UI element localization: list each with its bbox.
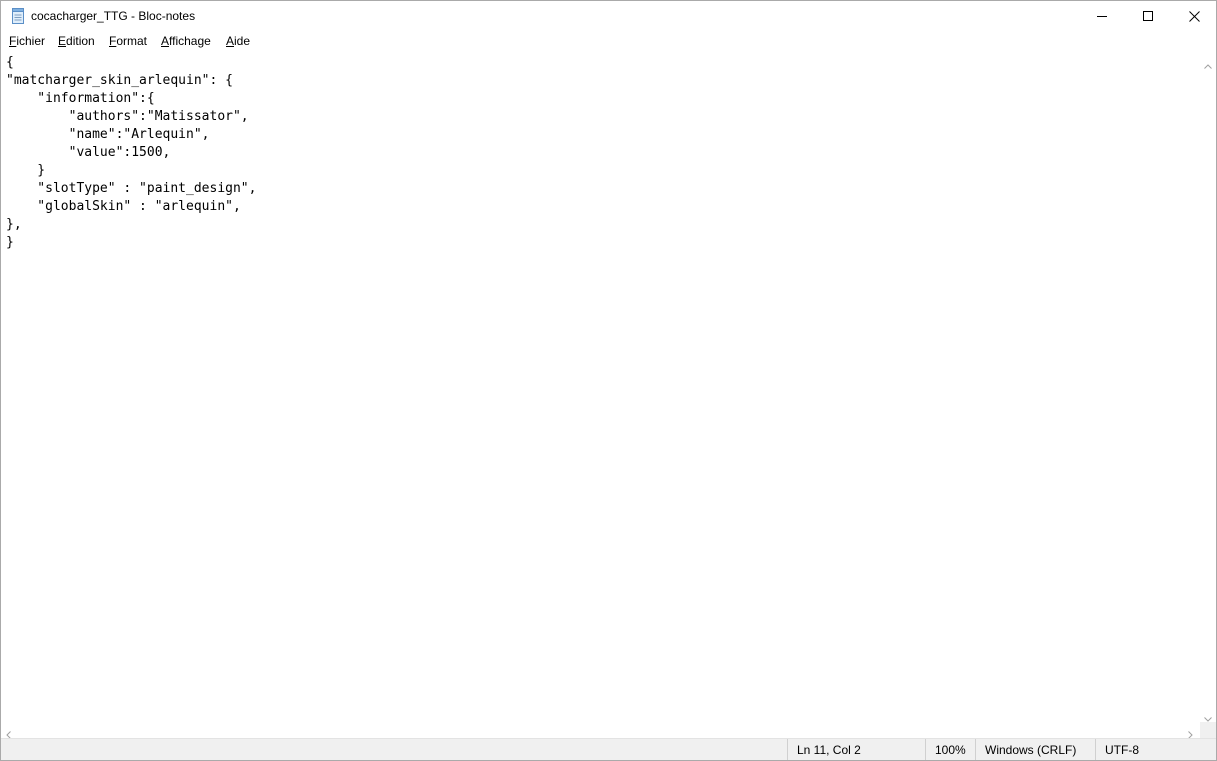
minimize-icon <box>1097 11 1107 21</box>
maximize-button[interactable] <box>1125 1 1171 31</box>
status-cursor-position: Ln 11, Col 2 <box>787 739 925 760</box>
close-icon <box>1188 10 1200 22</box>
menu-format[interactable]: Format <box>109 34 147 48</box>
menu-affichage[interactable]: Affichage <box>161 34 211 48</box>
status-line-ending: Windows (CRLF) <box>975 739 1095 760</box>
status-bar: Ln 11, Col 2 100% Windows (CRLF) UTF-8 <box>1 738 1216 760</box>
maximize-icon <box>1143 11 1153 21</box>
scroll-up-icon[interactable] <box>1204 56 1212 74</box>
notepad-window: cocacharger_TTG - Bloc-notes Fichier Edi… <box>0 0 1217 761</box>
status-zoom: 100% <box>925 739 975 760</box>
window-title: cocacharger_TTG - Bloc-notes <box>31 9 196 23</box>
editor-content[interactable]: { "matcharger_skin_arlequin": { "informa… <box>1 51 1200 252</box>
menu-bar: Fichier Edition Format Affichage Aide <box>1 31 1216 51</box>
text-editor[interactable]: { "matcharger_skin_arlequin": { "informa… <box>1 51 1200 722</box>
menu-edition[interactable]: Edition <box>58 34 95 48</box>
close-button[interactable] <box>1171 1 1216 31</box>
horizontal-scrollbar[interactable] <box>1 722 1200 739</box>
notepad-icon <box>11 8 25 24</box>
vertical-scrollbar[interactable] <box>1200 51 1216 722</box>
menu-fichier[interactable]: Fichier <box>9 34 45 48</box>
status-encoding: UTF-8 <box>1095 739 1216 760</box>
minimize-button[interactable] <box>1079 1 1125 31</box>
title-bar[interactable]: cocacharger_TTG - Bloc-notes <box>1 1 1216 31</box>
menu-aide[interactable]: Aide <box>226 34 250 48</box>
scrollbar-corner <box>1200 722 1216 738</box>
